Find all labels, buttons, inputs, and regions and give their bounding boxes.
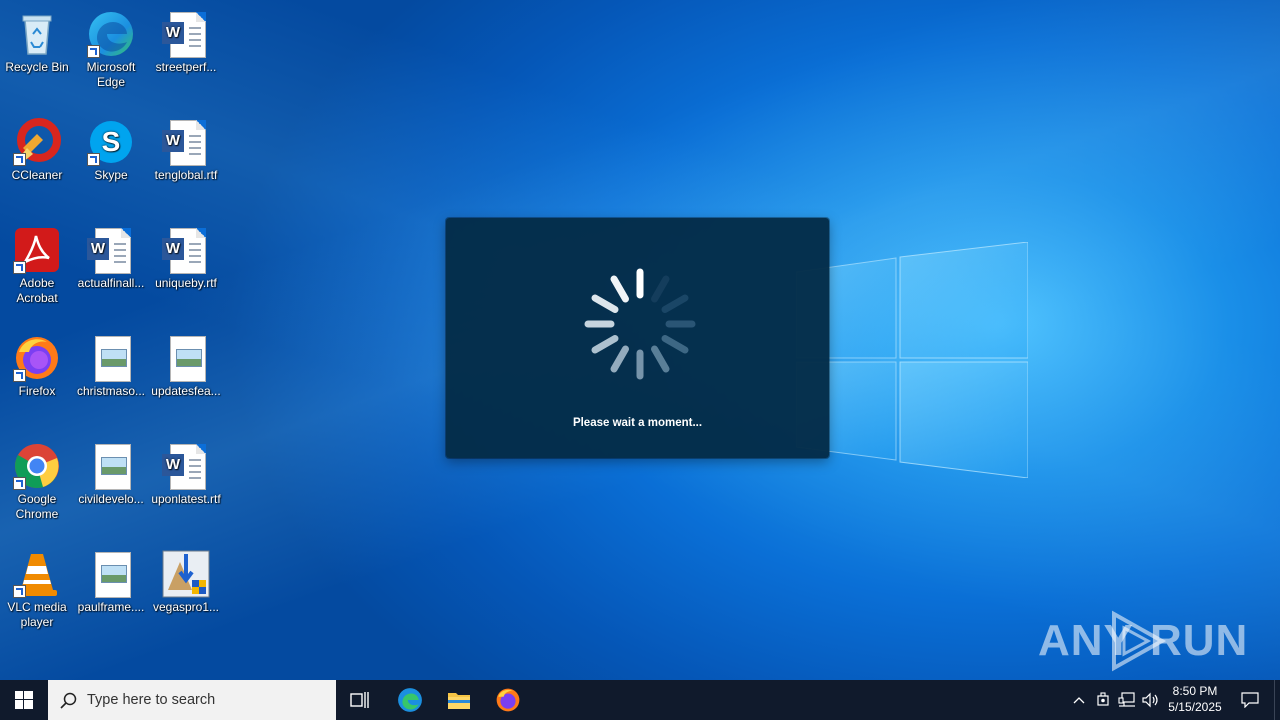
file-explorer-icon <box>448 693 470 709</box>
clock-date: 5/15/2025 <box>1168 700 1222 714</box>
chevron-up-icon <box>1073 697 1085 704</box>
desktop-icon-label: VLC media player <box>7 600 67 629</box>
word-doc-icon: W <box>162 226 210 274</box>
clock-time: 8:50 PM <box>1172 684 1218 698</box>
vlc-icon <box>13 550 61 598</box>
desktop-icon-adobe-acrobat[interactable]: Adobe Acrobat <box>0 222 74 306</box>
search-icon <box>60 692 77 709</box>
task-view-icon <box>350 692 369 708</box>
network-icon <box>1118 692 1135 707</box>
loading-message: Please wait a moment... <box>572 417 703 429</box>
desktop-icon-label: paulframe.... <box>77 600 145 614</box>
desktop-icon-uponlatest[interactable]: W uponlatest.rtf <box>149 438 223 507</box>
taskbar-firefox-button[interactable] <box>484 680 532 720</box>
taskbar-edge-button[interactable] <box>386 680 434 720</box>
ccleaner-icon <box>13 118 61 166</box>
watermark-text: RUN <box>1150 616 1249 665</box>
desktop-icon-christmaso[interactable]: christmaso... <box>74 330 148 399</box>
show-desktop-button[interactable] <box>1274 680 1280 720</box>
start-button[interactable] <box>0 680 48 720</box>
desktop-icon-label: vegaspro1... <box>152 600 220 614</box>
desktop-icon-label: uponlatest.rtf <box>151 492 221 506</box>
image-file-icon <box>162 334 210 382</box>
taskbar: Type here to search 8:50 PM 5/15/2025 <box>0 680 1280 720</box>
image-file-icon <box>87 442 135 490</box>
desktop-icon-label: Firefox <box>18 384 56 398</box>
edge-icon <box>398 688 422 712</box>
svg-text:S: S <box>102 126 121 157</box>
desktop-icon-label: CCleaner <box>11 168 63 182</box>
recycle-bin-icon <box>13 10 61 58</box>
taskbar-search-box[interactable]: Type here to search <box>48 680 336 720</box>
desktop-icon-label: tenglobal.rtf <box>154 168 218 182</box>
tray-device-icon-button[interactable] <box>1092 680 1114 720</box>
usb-device-icon <box>1097 692 1109 706</box>
shortcut-arrow-icon <box>87 153 100 166</box>
image-file-icon <box>87 550 135 598</box>
desktop-icon-label: christmaso... <box>76 384 145 398</box>
notification-icon <box>1241 692 1259 708</box>
desktop-icon-uniqueby[interactable]: W uniqueby.rtf <box>149 222 223 291</box>
desktop-icon-tenglobal[interactable]: W tenglobal.rtf <box>149 114 223 183</box>
volume-button[interactable] <box>1140 680 1162 720</box>
firefox-icon <box>13 334 61 382</box>
desktop-icon-vlc[interactable]: VLC media player <box>0 546 74 630</box>
shortcut-arrow-icon <box>13 369 26 382</box>
desktop-icon-firefox[interactable]: Firefox <box>0 330 74 399</box>
desktop-icon-microsoft-edge[interactable]: Microsoft Edge <box>74 6 148 90</box>
desktop-icon-label: civildevelo... <box>78 492 144 506</box>
shortcut-arrow-icon <box>87 45 100 58</box>
acrobat-icon <box>13 226 61 274</box>
installer-icon <box>162 550 210 598</box>
desktop: { "desktop": { "icons": [ {"label": "Rec… <box>0 0 1280 720</box>
word-doc-icon: W <box>162 118 210 166</box>
desktop-icon-ccleaner[interactable]: CCleaner <box>0 114 74 183</box>
shortcut-arrow-icon <box>13 261 26 274</box>
desktop-icon-civildevelo[interactable]: civildevelo... <box>74 438 148 507</box>
desktop-icon-label: updatesfea... <box>151 384 221 398</box>
shortcut-arrow-icon <box>13 477 26 490</box>
search-placeholder: Type here to search <box>87 692 216 708</box>
loading-spinner-icon <box>584 268 696 380</box>
firefox-icon <box>496 688 520 712</box>
speaker-icon <box>1142 692 1158 708</box>
taskbar-clock[interactable]: 8:50 PM 5/15/2025 <box>1162 680 1228 720</box>
desktop-icon-label: streetperf... <box>155 60 217 74</box>
anyrun-watermark: ANY RUN <box>1038 608 1247 672</box>
desktop-icon-label: actualfinall... <box>77 276 145 290</box>
chrome-icon <box>13 442 61 490</box>
word-doc-icon: W <box>162 10 210 58</box>
skype-icon: S <box>87 118 135 166</box>
action-center-button[interactable] <box>1232 680 1268 720</box>
desktop-icon-label: Skype <box>94 168 128 182</box>
desktop-icon-paulframe[interactable]: paulframe.... <box>74 546 148 615</box>
desktop-icon-skype[interactable]: S Skype <box>74 114 148 183</box>
desktop-icon-recycle-bin[interactable]: Recycle Bin <box>0 6 74 75</box>
desktop-icon-vegaspro[interactable]: vegaspro1... <box>149 546 223 615</box>
show-hidden-icons-button[interactable] <box>1068 680 1090 720</box>
desktop-icon-streetperf[interactable]: W streetperf... <box>149 6 223 75</box>
shortcut-arrow-icon <box>13 585 26 598</box>
desktop-icon-label: Recycle Bin <box>5 60 69 74</box>
desktop-icon-actualfinall[interactable]: W actualfinall... <box>74 222 148 291</box>
word-doc-icon: W <box>87 226 135 274</box>
desktop-icon-label: Google Chrome <box>15 492 59 521</box>
edge-icon <box>87 10 135 58</box>
windows-logo-wallpaper <box>796 242 1028 478</box>
windows-start-icon <box>15 691 33 709</box>
taskbar-file-explorer-button[interactable] <box>435 680 483 720</box>
word-doc-icon: W <box>162 442 210 490</box>
loading-dialog: Please wait a moment... <box>446 218 829 458</box>
shortcut-arrow-icon <box>13 153 26 166</box>
network-button[interactable] <box>1116 680 1138 720</box>
image-file-icon <box>87 334 135 382</box>
desktop-icon-label: Adobe Acrobat <box>16 276 58 305</box>
desktop-icon-label: Microsoft Edge <box>86 60 136 89</box>
desktop-icon-label: uniqueby.rtf <box>155 276 217 290</box>
task-view-button[interactable] <box>336 680 384 720</box>
desktop-icon-google-chrome[interactable]: Google Chrome <box>0 438 74 522</box>
desktop-icon-updatesfea[interactable]: updatesfea... <box>149 330 223 399</box>
